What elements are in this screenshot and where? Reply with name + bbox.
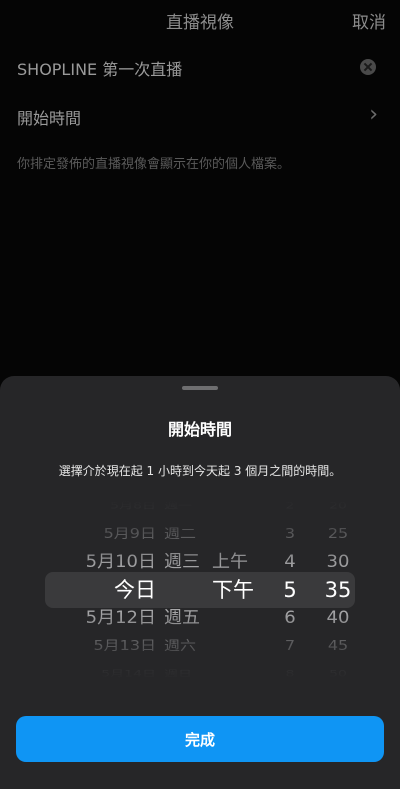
picker-minute-item[interactable]: 35 (318, 576, 358, 604)
picker-column-ampm[interactable]: 上午 下午 (212, 500, 262, 680)
picker-minute-item[interactable]: 40 (318, 605, 358, 632)
picker-date-item[interactable]: 5月10日 (30, 549, 156, 576)
picker-column-minute[interactable]: 20 25 30 35 40 45 50 (318, 500, 358, 680)
picker-column-weekday[interactable]: 週一週二週三週五週六週日 (164, 500, 204, 680)
picker-column-hour[interactable]: 2 3 456 7 8 (272, 500, 308, 680)
live-title-field[interactable]: SHOPLINE 第一次直播 (0, 42, 400, 92)
start-time-row[interactable]: 開始時間 › (0, 91, 400, 141)
picker-date-item[interactable]: 5月13日 (30, 635, 156, 658)
picker-minute-item[interactable]: 25 (318, 523, 358, 546)
picker-minute-item[interactable]: 50 (318, 665, 358, 680)
picker-weekday-item[interactable]: 週二 (164, 523, 204, 546)
picker-hour-item[interactable]: 6 (272, 605, 308, 632)
picker-hour-item[interactable]: 4 (272, 549, 308, 576)
picker-weekday-item[interactable]: 週日 (164, 665, 204, 680)
chevron-right-icon: › (369, 102, 378, 127)
picker-date-item[interactable]: 今日 (30, 576, 156, 604)
done-button[interactable]: 完成 (16, 716, 384, 762)
picker-ampm-item[interactable]: 上午 (212, 549, 262, 576)
picker-minute-item[interactable]: 20 (318, 500, 358, 515)
picker-hour-item[interactable]: 7 (272, 635, 308, 658)
picker-date-item[interactable]: 5月14日 (30, 665, 156, 680)
picker-hour-item[interactable]: 5 (272, 576, 308, 604)
sheet-title: 開始時間 (167, 420, 232, 439)
top-bar: 直播視像 取消 (0, 0, 400, 36)
schedule-note: 你排定發佈的直播視像會顯示在你的個人檔案。 (17, 157, 291, 172)
start-time-label: 開始時間 (17, 109, 82, 128)
picker-minute-item[interactable]: 30 (318, 549, 358, 576)
live-title-value: SHOPLINE 第一次直播 (17, 60, 183, 79)
picker-weekday-item[interactable]: 週六 (164, 635, 204, 658)
bottom-sheet: 開始時間 選擇介於現在起 1 小時到今天起 3 個月之間的時間。 5月8日 5月9… (0, 376, 400, 789)
picker-hour-item[interactable]: 2 (272, 500, 308, 515)
picker-hour-item[interactable]: 3 (272, 523, 308, 546)
picker-weekday-item[interactable]: 週三 (164, 549, 204, 576)
date-time-picker[interactable]: 5月8日 5月9日 5月10日 今日 5月12日 5月13日 5月14日 週一 週二 週三 週五週… (0, 500, 400, 680)
picker-column-date[interactable]: 5月8日 5月9日 5月10日 今日 5月12日 5月13日 5月14日 (30, 500, 156, 680)
picker-weekday-item[interactable]: 週一 (164, 500, 204, 515)
cancel-button[interactable]: 取消 (352, 8, 386, 33)
picker-date-item[interactable]: 5月9日 (30, 523, 156, 546)
clear-icon[interactable] (360, 59, 376, 75)
sheet-description: 選擇介於現在起 1 小時到今天起 3 個月之間的時間。 (58, 464, 342, 478)
sheet-drag-handle[interactable] (182, 386, 218, 390)
picker-weekday-item[interactable] (164, 576, 204, 604)
picker-minute-item[interactable]: 45 (318, 635, 358, 658)
picker-weekday-item[interactable]: 週五 (164, 605, 204, 632)
picker-hour-item[interactable]: 8 (272, 665, 308, 680)
picker-date-item[interactable]: 5月8日 (30, 500, 156, 515)
page-title: 直播視像 (166, 13, 234, 33)
picker-date-item[interactable]: 5月12日 (30, 605, 156, 632)
picker-ampm-item[interactable]: 下午 (212, 576, 262, 604)
